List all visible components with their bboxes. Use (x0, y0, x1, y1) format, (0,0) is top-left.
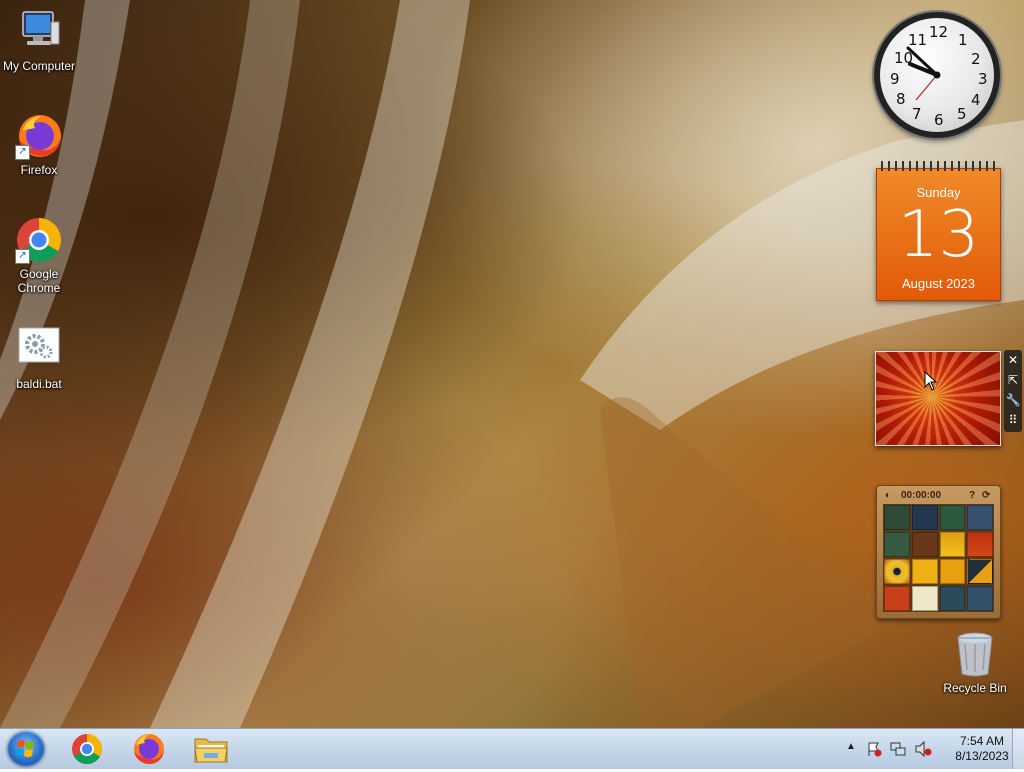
desktop-icon-label: Google Chrome (17, 267, 61, 295)
puzzle-tile[interactable] (939, 505, 966, 530)
computer-icon (15, 8, 63, 56)
puzzle-tile[interactable] (884, 532, 910, 557)
desktop-icon-label: Firefox (20, 163, 58, 177)
puzzle-grid (883, 504, 994, 612)
puzzle-tile[interactable] (911, 559, 938, 584)
close-icon[interactable]: ✕ (1004, 350, 1022, 370)
taskbar: ▲ 7:54 AM 8/13/2023 (0, 728, 1024, 769)
timer-icon[interactable]: ◐ (885, 490, 891, 501)
network-icon[interactable] (890, 741, 906, 757)
calendar-gadget[interactable]: Sunday 13 August 2023 (876, 161, 1001, 301)
windows-logo-icon (16, 740, 34, 757)
desktop-icon-label: baldi.bat (16, 377, 62, 391)
file-explorer-icon (194, 738, 228, 763)
puzzle-empty-slot (911, 532, 938, 557)
system-tray: ▲ 7:54 AM 8/13/2023 (840, 729, 1024, 769)
mouse-cursor (924, 371, 938, 391)
clock-hands (906, 46, 941, 101)
firefox-icon (134, 734, 164, 764)
wallpaper (0, 0, 1024, 728)
start-button[interactable] (7, 731, 45, 767)
clock-gadget[interactable]: 12 1 2 3 4 5 6 7 8 9 10 11 (874, 12, 1000, 138)
puzzle-tile[interactable] (967, 532, 993, 557)
red-chrysanthemum-photo (876, 352, 1000, 445)
calendar-month-year: August 2023 (901, 276, 975, 291)
puzzle-tile[interactable] (939, 586, 966, 611)
puzzle-tile[interactable] (884, 586, 910, 611)
calendar-rings (881, 161, 996, 171)
puzzle-tile[interactable] (884, 505, 910, 530)
change-picture-icon[interactable]: ⟳ (982, 490, 990, 501)
puzzle-tile[interactable] (967, 505, 993, 530)
puzzle-tile[interactable] (967, 559, 993, 584)
desktop-icon-recycle-bin[interactable]: Recycle Bin (936, 630, 1014, 695)
show-desktop-button[interactable] (1012, 729, 1024, 769)
taskbar-chrome-button[interactable] (60, 731, 114, 767)
chrome-icon: ↗ (15, 216, 63, 264)
desktop-icon-firefox[interactable]: ↗ Firefox (0, 112, 78, 177)
slideshow-gadget[interactable] (875, 351, 1001, 446)
puzzle-tile[interactable] (884, 559, 910, 584)
action-center-flag-icon[interactable] (866, 741, 882, 757)
desktop-icon-my-computer[interactable]: My Computer (0, 8, 78, 73)
puzzle-tile[interactable] (967, 586, 993, 611)
batch-file-icon (15, 326, 63, 374)
picture-puzzle-gadget[interactable]: ◐ 00:00:00 ? ⟳ (876, 485, 1001, 619)
taskbar-firefox-button[interactable] (122, 731, 176, 767)
options-icon[interactable]: 🔧 (1004, 390, 1022, 410)
gadget-toolbar: ✕ ⇱ 🔧 ⠿ (1004, 350, 1022, 432)
puzzle-timer: 00:00:00 (901, 490, 942, 501)
puzzle-tile[interactable] (911, 586, 938, 611)
desktop-icon-label: My Computer (2, 59, 76, 73)
puzzle-tile[interactable] (939, 532, 966, 557)
show-hidden-icons-chevron[interactable]: ▲ (846, 741, 856, 752)
calendar-day-number: 13 (897, 198, 980, 272)
chrome-icon (72, 734, 103, 765)
desktop-icon-chrome[interactable]: ↗ Google Chrome (0, 216, 78, 295)
desktop-icon-baldi-bat[interactable]: baldi.bat (0, 326, 78, 391)
firefox-icon: ↗ (15, 112, 63, 160)
desktop[interactable]: My Computer ↗ Firefox ↗ Google Chrome ba… (0, 0, 1024, 728)
help-icon[interactable]: ? (969, 490, 975, 501)
puzzle-tile[interactable] (911, 505, 938, 530)
puzzle-header: ◐ 00:00:00 ? ⟳ (881, 489, 996, 503)
puzzle-tile[interactable] (939, 559, 966, 584)
desktop-icon-label: Recycle Bin (943, 681, 1007, 695)
drag-handle-icon[interactable]: ⠿ (1004, 410, 1022, 430)
size-icon[interactable]: ⇱ (1004, 370, 1022, 390)
recycle-bin-icon (951, 630, 999, 678)
shortcut-arrow-icon: ↗ (15, 249, 30, 264)
shortcut-arrow-icon: ↗ (15, 145, 30, 160)
volume-muted-icon[interactable] (914, 741, 932, 757)
taskbar-explorer-button[interactable] (184, 731, 238, 767)
